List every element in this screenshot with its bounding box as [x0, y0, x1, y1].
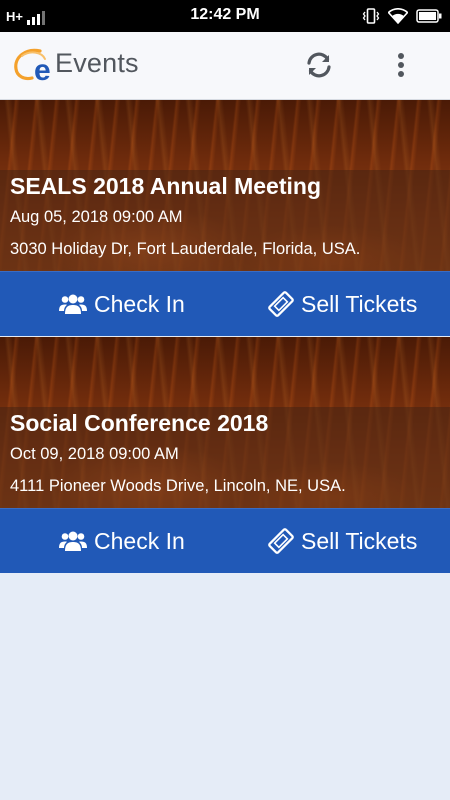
eevents-logo-icon: e — [14, 48, 51, 83]
sell-tickets-label: Sell Tickets — [301, 290, 418, 317]
check-in-button[interactable]: Check In — [59, 509, 185, 573]
event-address: 3030 Holiday Dr, Fort Lauderdale, Florid… — [10, 240, 361, 258]
check-in-button[interactable]: Check In — [59, 272, 185, 336]
status-icons — [362, 7, 442, 25]
sell-tickets-label: Sell Tickets — [301, 527, 418, 554]
status-bar: H+ 12:42 PM — [0, 0, 450, 32]
battery-icon — [416, 9, 442, 23]
sell-tickets-button[interactable]: Sell Tickets — [268, 509, 417, 573]
wifi-icon — [388, 8, 408, 24]
event-title: Social Conference 2018 — [10, 410, 269, 436]
check-in-label: Check In — [94, 527, 185, 554]
app-bar: e Events — [0, 32, 450, 100]
event-card[interactable]: SEALS 2018 Annual Meeting Aug 05, 2018 0… — [0, 100, 450, 337]
overflow-menu-button[interactable] — [383, 46, 419, 84]
event-address: 4111 Pioneer Woods Drive, Lincoln, NE, U… — [10, 477, 346, 495]
refresh-button[interactable] — [300, 46, 338, 84]
event-action-bar: Check In Sell Tickets — [0, 508, 450, 573]
app-title: Events — [55, 48, 139, 78]
vibrate-icon — [362, 8, 380, 24]
event-card[interactable]: Social Conference 2018 Oct 09, 2018 09:0… — [0, 337, 450, 574]
users-icon — [59, 294, 87, 314]
users-icon — [59, 531, 87, 551]
event-date: Oct 09, 2018 09:00 AM — [10, 445, 179, 463]
refresh-icon — [307, 52, 331, 78]
event-action-bar: Check In Sell Tickets — [0, 271, 450, 336]
check-in-label: Check In — [94, 290, 185, 317]
ticket-icon — [268, 528, 294, 554]
event-date: Aug 05, 2018 09:00 AM — [10, 208, 183, 226]
overflow-menu-icon — [398, 53, 404, 77]
ticket-icon — [268, 291, 294, 317]
event-title: SEALS 2018 Annual Meeting — [10, 173, 321, 199]
sell-tickets-button[interactable]: Sell Tickets — [268, 272, 417, 336]
logo-letter: e — [34, 54, 51, 83]
